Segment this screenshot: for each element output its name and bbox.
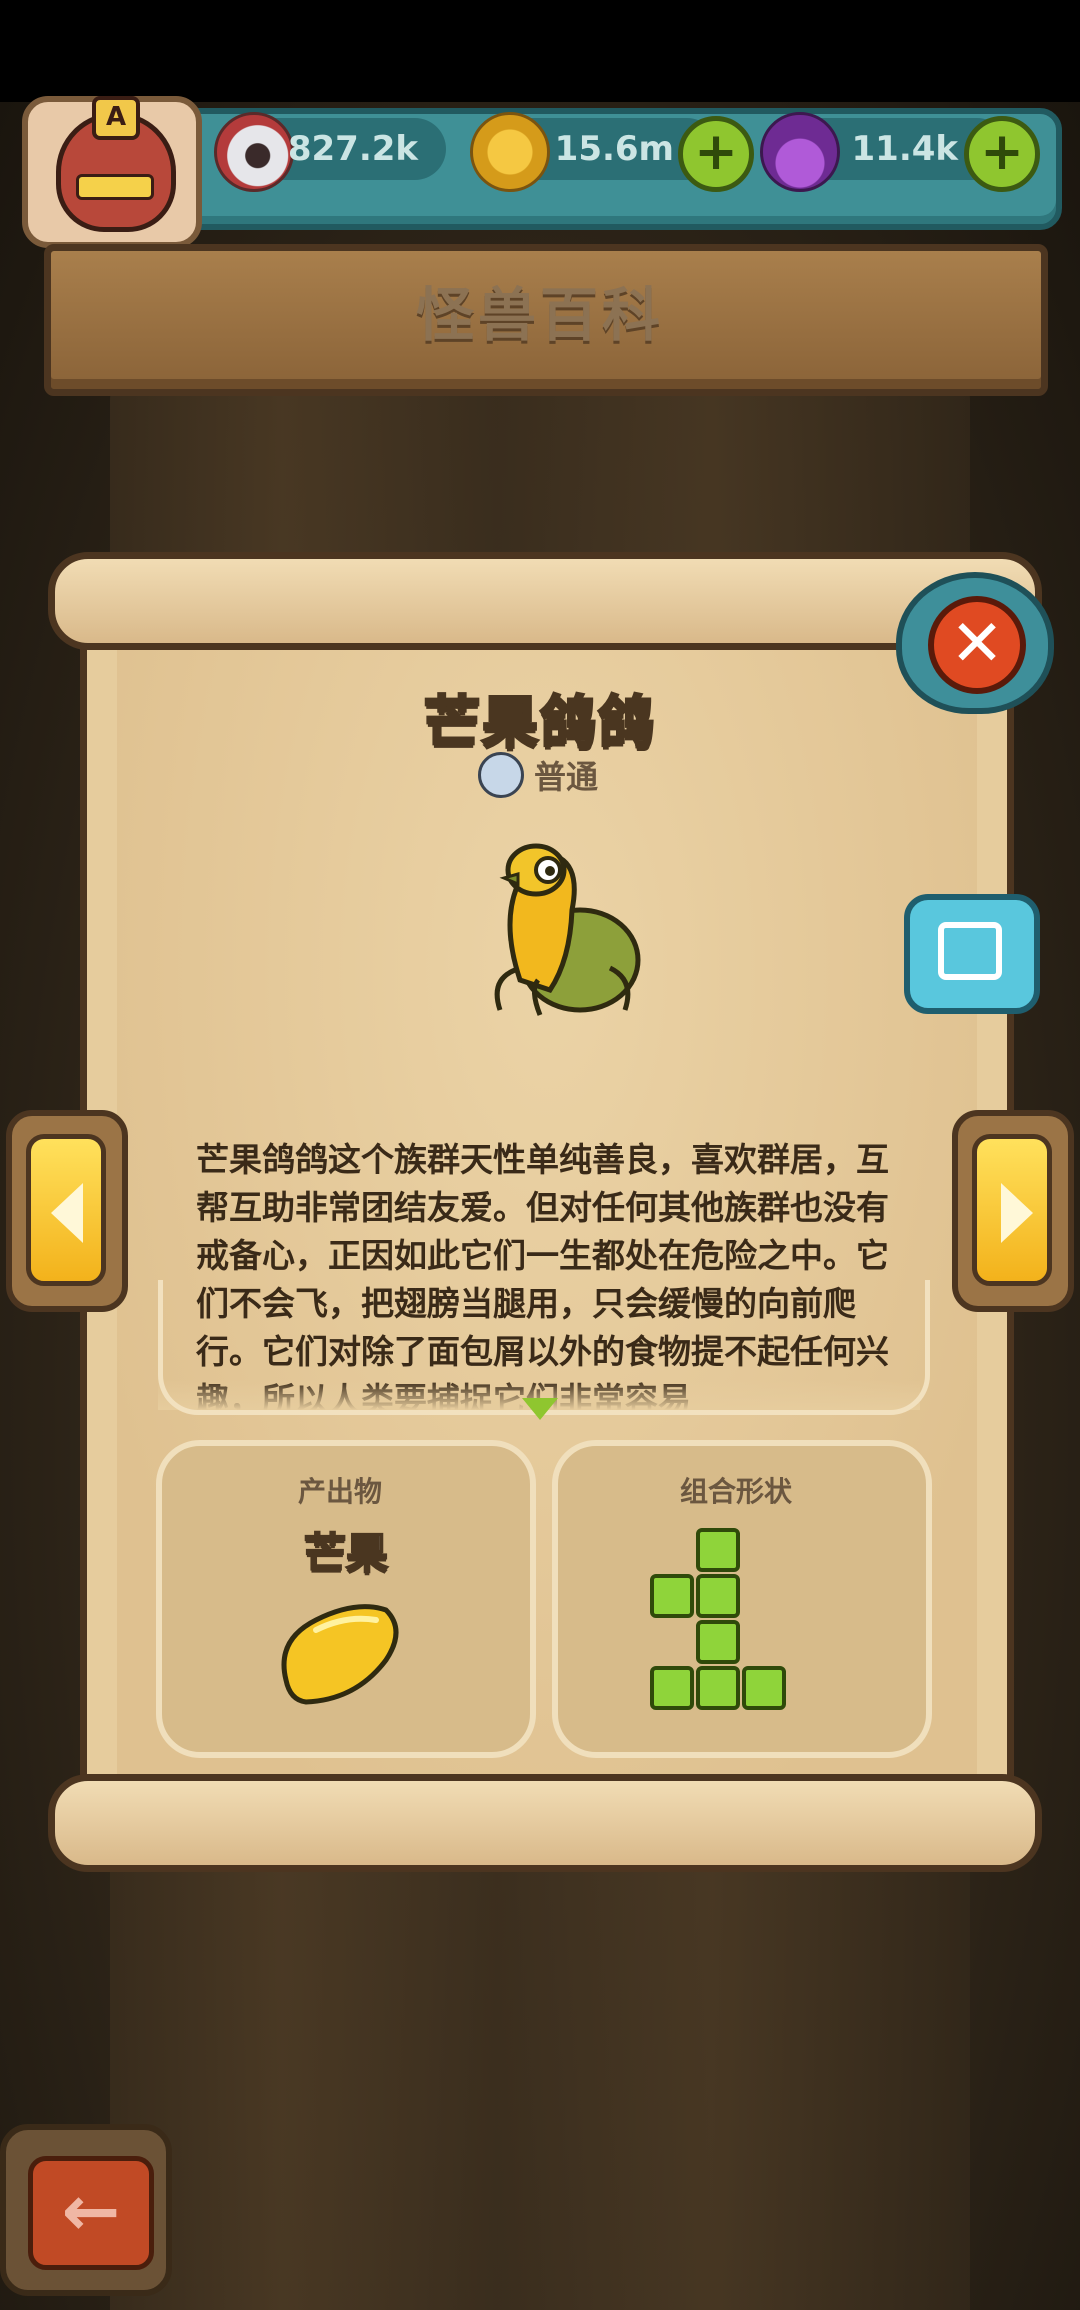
description-frame	[158, 1280, 930, 1415]
rarity-skull-icon	[478, 752, 524, 798]
back-button[interactable]: ←	[0, 2124, 172, 2296]
scroll-bottom-roll	[48, 1774, 1042, 1872]
share-icon	[938, 922, 1002, 980]
chevron-left-icon	[51, 1183, 83, 1243]
shape-cell	[650, 1574, 694, 1618]
potions-value: 11.4k	[851, 129, 959, 169]
share-button[interactable]	[904, 894, 1040, 1014]
shape-cell	[696, 1666, 740, 1710]
back-arrow-icon: ←	[28, 2156, 154, 2270]
shape-cell	[742, 1666, 786, 1710]
previous-button-face	[26, 1134, 106, 1286]
eyes-value: 827.2k	[287, 129, 418, 169]
coin-icon	[470, 112, 550, 192]
coins-value: 15.6m	[554, 129, 674, 169]
avatar-badge: A	[92, 96, 140, 140]
mango-pigeon-monster-image	[494, 843, 641, 1016]
next-button-face	[972, 1134, 1052, 1286]
add-coins-button[interactable]: +	[678, 116, 754, 192]
shape-cell	[696, 1528, 740, 1572]
status-bar	[0, 0, 1080, 102]
page-title: 怪兽百科	[415, 281, 664, 349]
shape-cell	[696, 1574, 740, 1618]
scroll-top-roll	[48, 552, 1042, 650]
mango-icon	[281, 1604, 399, 1705]
potion-icon	[760, 112, 840, 192]
rarity-tag: 普通	[478, 752, 598, 798]
shape-cell	[650, 1666, 694, 1710]
product-label: 产出物	[297, 1475, 382, 1508]
shape-cell	[696, 1620, 740, 1664]
chevron-right-icon	[1001, 1183, 1033, 1243]
previous-monster-button[interactable]	[6, 1110, 128, 1312]
product-name: 芒果	[303, 1528, 389, 1579]
rarity-label: 普通	[534, 758, 599, 796]
close-icon: ✕	[928, 596, 1026, 694]
combo-shape-grid	[648, 1528, 788, 1710]
add-potions-button[interactable]: +	[964, 116, 1040, 192]
avatar-teeth	[76, 174, 154, 200]
player-avatar[interactable]: A	[22, 96, 202, 248]
eyes-counter: 827.2k	[214, 112, 446, 192]
eyeball-icon	[214, 112, 294, 192]
next-monster-button[interactable]	[952, 1110, 1074, 1312]
scroll-down-arrow-icon[interactable]	[522, 1398, 558, 1420]
close-button[interactable]: ✕	[896, 572, 1054, 714]
shape-label: 组合形状	[679, 1475, 792, 1508]
